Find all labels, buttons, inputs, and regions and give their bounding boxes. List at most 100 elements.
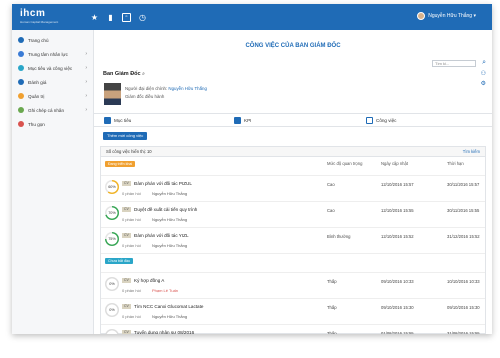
representative-photo	[104, 83, 121, 105]
task-list: Số công việc hiển thị: 10 Tìm kiếm Đang …	[100, 146, 486, 334]
task-updated: 12/10/2016 15:55	[381, 208, 414, 213]
progress-ring: 70%	[105, 206, 119, 220]
task-owner[interactable]: Phạm Lê Tuấn	[152, 288, 178, 293]
department-title: Ban Giám Đốc ⌕	[103, 71, 145, 77]
task-title[interactable]: Tìm NCC Canxi Glucomat Lactate	[134, 304, 203, 309]
tab-label: Mục tiêu	[114, 117, 132, 123]
task-row[interactable]: 75% CV Đàm phán với đối tác YIZL 0 phản hồi…	[101, 228, 485, 254]
chevron-right-icon: ›	[85, 107, 87, 113]
gear-icon[interactable]: ⚙	[481, 80, 486, 87]
sidebar-item[interactable]: Đánh giá ›	[12, 75, 93, 89]
task-owner[interactable]: Nguyễn Hữu Thắng	[152, 243, 187, 248]
task-updated: 09/10/2016 10:33	[381, 279, 414, 284]
rep-name[interactable]: Nguyễn Hữu Thắng	[168, 86, 207, 91]
star-icon[interactable]: ★	[90, 13, 99, 22]
task-title[interactable]: Đàm phán với đối tác YIZL	[134, 233, 189, 238]
add-task-button[interactable]: Thêm mới công việc	[103, 132, 148, 140]
task-priority: Thấp	[327, 331, 337, 334]
search-input[interactable]: Tìm ki...	[432, 60, 476, 67]
sidebar-item-label: Trung tâm nhân lực	[28, 51, 68, 57]
sidebar-item[interactable]: Trung tâm nhân lực ›	[12, 47, 93, 61]
group-header: Chưa bắt đầu	[101, 254, 485, 273]
progress-ring: 0%	[105, 303, 119, 317]
task-deadline: 31/12/2016 15:52	[447, 234, 480, 239]
tag-icon: CV	[122, 304, 131, 309]
menu-icon	[18, 37, 24, 43]
clock-icon[interactable]: ◷	[138, 13, 147, 22]
menu-icon	[18, 79, 24, 85]
sidebar-item[interactable]: Thu gọn	[12, 117, 93, 131]
chevron-right-icon: ›	[85, 51, 87, 57]
task-deadline: 30/11/2016 15:57	[447, 182, 480, 187]
sidebar-item-label: Quản trị	[28, 93, 45, 99]
column-header: Ngày cập nhật	[381, 161, 409, 166]
search-link[interactable]: Tìm kiếm	[463, 149, 480, 154]
chevron-right-icon: ›	[85, 79, 87, 85]
reply-count[interactable]: 0 phản hồi	[122, 217, 141, 222]
task-deadline: 31/08/2016 15:55	[447, 331, 480, 334]
screenshot-stage: ihcm Human Capital Management ★ ▮ ▫ ◷ Ng…	[0, 0, 500, 358]
tag-icon: CV	[122, 233, 131, 238]
task-owner[interactable]: Nguyễn Hữu Thắng	[152, 217, 187, 222]
tab-label: KPI	[244, 117, 252, 123]
task-row[interactable]: 60% CV Đàm phán với đối tác PIZUL 0 phản hồ…	[101, 176, 485, 202]
user-menu[interactable]: Nguyễn Hữu Thắng ▾	[417, 12, 476, 20]
reply-count[interactable]: 0 phản hồi	[122, 191, 141, 196]
tab-kpi[interactable]: KPI	[234, 116, 252, 124]
menu-icon	[18, 51, 24, 57]
tab-tasks[interactable]: Công việc	[366, 116, 396, 124]
task-title[interactable]: Ký hợp đồng A	[134, 278, 164, 283]
task-row[interactable]: 70% CV Duyệt đề xuất cải tiến quy trình 0 p…	[101, 202, 485, 228]
chart-icon	[234, 116, 241, 124]
task-updated: 01/08/2016 15:55	[381, 331, 414, 334]
task-count: Số công việc hiển thị: 10	[106, 149, 152, 154]
task-row[interactable]: 0%CVTuyển dụng nhân sự 08/20160 phản hồi…	[101, 325, 485, 334]
sidebar-item[interactable]: Quản trị ›	[12, 89, 93, 103]
task-priority: Bình thường	[327, 234, 351, 239]
progress-value: 70%	[108, 211, 116, 215]
task-deadline: 10/10/2016 10:33	[447, 279, 480, 284]
progress-ring: 0%	[105, 329, 119, 334]
zoom-icon[interactable]: ⌕	[142, 71, 145, 77]
page-title: CÔNG VIỆC CỦA BAN GIÁM ĐỐC	[245, 43, 341, 49]
main-content: CÔNG VIỆC CỦA BAN GIÁM ĐỐC Tìm ki... ⌕ ⚇…	[94, 30, 492, 334]
chat-icon[interactable]: ▮	[106, 13, 115, 22]
department-name: Ban Giám Đốc	[103, 71, 141, 77]
rep-position: Giám đốc điều hành	[125, 94, 165, 99]
progress-value: 0%	[109, 282, 115, 286]
reply-count[interactable]: 0 phản hồi	[122, 314, 141, 319]
task-title[interactable]: Đàm phán với đối tác PIZUL	[134, 181, 192, 186]
task-updated: 12/10/2016 15:57	[381, 182, 414, 187]
sidebar: Trang chủ Trung tâm nhân lực › Mục tiêu và …	[12, 30, 94, 334]
search-icon[interactable]: ⌕	[482, 59, 486, 67]
tab-goals[interactable]: Mục tiêu	[104, 116, 132, 124]
column-header: Mức độ quan trọng	[327, 161, 363, 166]
task-owner[interactable]: Nguyễn Hữu Thắng	[152, 191, 187, 196]
sidebar-item[interactable]: Ghi chép cá nhân ›	[12, 103, 93, 117]
task-icon	[366, 116, 373, 124]
task-owner[interactable]: Nguyễn Hữu Thắng	[152, 314, 187, 319]
sidebar-item[interactable]: Trang chủ	[12, 33, 93, 47]
task-deadline: 30/11/2016 15:55	[447, 208, 480, 213]
reply-count[interactable]: 0 phản hồi	[122, 288, 141, 293]
menu-icon	[18, 121, 24, 127]
menu-icon	[18, 93, 24, 99]
user-name: Nguyễn Hữu Thắng ▾	[428, 13, 476, 19]
task-updated: 12/10/2016 15:52	[381, 234, 414, 239]
chevron-right-icon: ›	[85, 93, 87, 99]
calendar-icon[interactable]: ▫	[122, 12, 131, 22]
column-header: Thời hạn	[447, 161, 464, 166]
task-row[interactable]: 0% CV Ký hợp đồng A 0 phản hồi Phạm Lê Tuấn T…	[101, 273, 485, 299]
app-logo[interactable]: ihcm Human Capital Management	[12, 7, 72, 27]
progress-ring: 60%	[105, 180, 119, 194]
people-icon[interactable]: ⚇	[481, 70, 486, 77]
tag-icon: CV	[122, 207, 131, 212]
sidebar-item-label: Mục tiêu và công việc	[28, 65, 73, 71]
reply-count[interactable]: 0 phản hồi	[122, 243, 141, 248]
task-row[interactable]: 0% CV Tìm NCC Canxi Glucomat Lactate 0 phản…	[101, 299, 485, 325]
task-title[interactable]: Tuyển dụng nhân sự 08/2016	[134, 330, 194, 334]
target-icon	[104, 116, 111, 124]
task-title[interactable]: Duyệt đề xuất cải tiến quy trình	[134, 207, 197, 212]
toolbar-icons: ★ ▮ ▫ ◷	[90, 12, 147, 22]
sidebar-item[interactable]: Mục tiêu và công việc ›	[12, 61, 93, 75]
